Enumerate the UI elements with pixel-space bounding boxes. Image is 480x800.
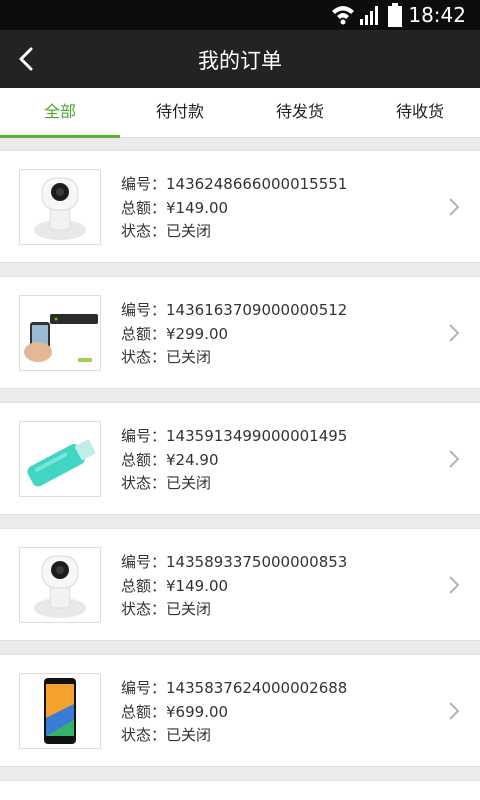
order-info: 编号：1435893375000000853 总额：¥149.00 状态：已关闭 — [121, 553, 348, 618]
battery-icon — [388, 3, 402, 27]
tab-pending-payment[interactable]: 待付款 — [120, 88, 240, 138]
order-number: 1435837624000002688 — [166, 679, 348, 697]
tab-pending-shipment[interactable]: 待发货 — [240, 88, 360, 138]
order-total: ¥299.00 — [166, 324, 229, 343]
order-status: 已关闭 — [166, 474, 212, 492]
chevron-right-icon — [449, 702, 460, 720]
tab-label: 待发货 — [275, 102, 324, 121]
tab-all[interactable]: 全部 — [0, 88, 120, 138]
signal-icon — [360, 6, 378, 25]
order-total: ¥699.00 — [166, 702, 229, 721]
tab-pending-receipt[interactable]: 待收货 — [360, 88, 480, 138]
usb-drive-image — [27, 439, 96, 487]
order-card[interactable]: 编号：1435913499000001495 总额：¥24.90 状态：已关闭 — [0, 402, 480, 515]
camera-image — [34, 177, 86, 240]
active-tab-indicator — [0, 135, 120, 138]
product-thumbnail — [19, 169, 101, 245]
product-thumbnail — [19, 295, 101, 371]
order-info: 编号：1435913499000001495 总额：¥24.90 状态：已关闭 — [121, 427, 348, 492]
product-thumbnail — [19, 547, 101, 623]
order-total: ¥149.00 — [166, 198, 229, 217]
order-total-row: 总额：¥149.00 — [121, 198, 229, 217]
order-number: 1435913499000001495 — [166, 427, 348, 445]
order-card[interactable]: 编号：1436248666000015551 总额：¥149.00 状态：已关闭 — [0, 150, 480, 263]
status-bar: 18:42 — [0, 0, 480, 30]
clock: 18:42 — [408, 3, 466, 27]
order-card[interactable] — [0, 780, 480, 800]
order-card[interactable]: 编号：1436163709000000512 总额：¥299.00 状态：已关闭 — [0, 276, 480, 389]
tab-label: 待收货 — [395, 102, 444, 121]
order-status: 已关闭 — [166, 726, 212, 744]
order-info: 编号：1435837624000002688 总额：¥699.00 状态：已关闭 — [121, 679, 348, 744]
app-header: 我的订单 — [0, 30, 480, 88]
order-info: 编号：1436163709000000512 总额：¥299.00 状态：已关闭 — [121, 301, 348, 366]
order-number: 1436163709000000512 — [166, 301, 348, 319]
order-total: ¥149.00 — [166, 576, 229, 595]
order-total: ¥24.90 — [166, 450, 219, 469]
order-list: 编号：1436248666000015551 总额：¥149.00 状态：已关闭… — [0, 150, 480, 800]
order-number: 1435893375000000853 — [166, 553, 348, 571]
camera-image — [34, 555, 86, 618]
chevron-right-icon — [449, 324, 460, 342]
tv-box-image — [20, 296, 100, 370]
chevron-right-icon — [449, 450, 460, 468]
wifi-icon — [332, 6, 354, 25]
order-number: 1436248666000015551 — [166, 175, 348, 193]
product-thumbnail — [19, 421, 101, 497]
phone-image — [44, 678, 76, 744]
order-tabs: 全部 待付款 待发货 待收货 — [0, 88, 480, 138]
order-status-row: 状态：已关闭 — [121, 222, 212, 240]
order-card[interactable]: 编号：1435837624000002688 总额：¥699.00 状态：已关闭 — [0, 654, 480, 767]
order-status: 已关闭 — [166, 222, 212, 240]
order-info: 编号：1436248666000015551 总额：¥149.00 状态：已关闭 — [121, 173, 347, 244]
tab-label: 全部 — [43, 102, 76, 121]
chevron-right-icon — [449, 198, 460, 216]
order-card[interactable]: 编号：1435893375000000853 总额：¥149.00 状态：已关闭 — [0, 528, 480, 641]
product-thumbnail — [19, 673, 101, 749]
order-status: 已关闭 — [166, 348, 212, 366]
chevron-right-icon — [449, 576, 460, 594]
order-status: 已关闭 — [166, 600, 212, 618]
order-number-row: 编号：1436248666000015551 — [121, 175, 348, 193]
tab-label: 待付款 — [155, 102, 204, 121]
page-title: 我的订单 — [198, 49, 282, 73]
